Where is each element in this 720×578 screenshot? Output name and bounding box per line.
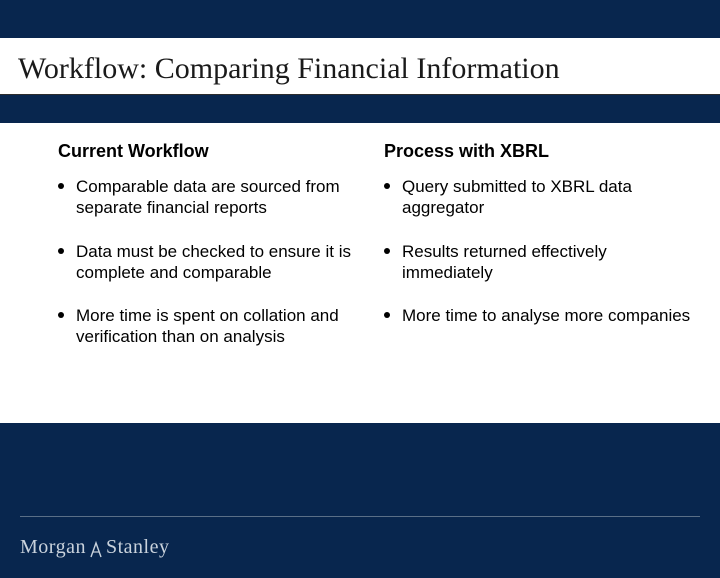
morgan-stanley-logo: Morgan Stanley [20,536,169,559]
bullet-list-right: Query submitted to XBRL data aggregator … [384,176,692,326]
logo-text-stanley: Stanley [106,536,170,559]
slide-title: Workflow: Comparing Financial Informatio… [18,52,702,86]
column-current-workflow: Current Workflow Comparable data are sou… [58,141,366,395]
list-item: More time is spent on collation and veri… [58,305,366,348]
title-band: Workflow: Comparing Financial Informatio… [0,38,720,95]
list-item: More time to analyse more companies [384,305,692,326]
logo-text-morgan: Morgan [20,536,86,559]
list-item: Query submitted to XBRL data aggregator [384,176,692,219]
list-item: Results returned effectively immediately [384,241,692,284]
column-heading-right: Process with XBRL [384,141,692,162]
column-heading-left: Current Workflow [58,141,366,162]
bullet-list-left: Comparable data are sourced from separat… [58,176,366,348]
footer: Morgan Stanley [0,516,720,578]
logo-mark-icon [89,539,103,559]
list-item: Data must be checked to ensure it is com… [58,241,366,284]
column-process-xbrl: Process with XBRL Query submitted to XBR… [384,141,692,395]
content-area: Current Workflow Comparable data are sou… [0,123,720,423]
footer-rule [20,516,700,517]
list-item: Comparable data are sourced from separat… [58,176,366,219]
